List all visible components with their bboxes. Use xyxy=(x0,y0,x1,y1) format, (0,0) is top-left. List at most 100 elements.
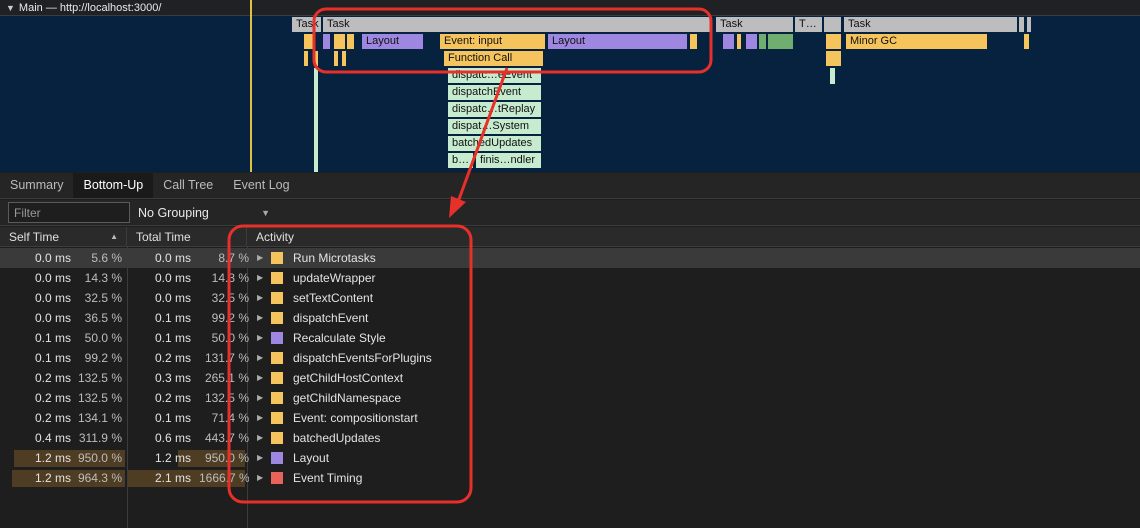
expand-arrow-icon[interactable]: ▶ xyxy=(257,368,271,388)
self-time-percent: 964.3 % xyxy=(77,471,122,485)
table-row[interactable]: 0.2 ms 132.5 % 0.3 ms 265.1 % ▶ getChild… xyxy=(0,368,1140,388)
script-block[interactable] xyxy=(304,34,314,49)
script-block[interactable] xyxy=(314,68,319,172)
total-time-ms: 0.1 ms xyxy=(154,331,191,345)
script-block[interactable] xyxy=(342,51,347,66)
table-row[interactable]: 1.2 ms 964.3 % 2.1 ms 1666.7 % ▶ Event T… xyxy=(0,468,1140,488)
self-time-percent: 132.5 % xyxy=(77,371,122,385)
column-label: Self Time xyxy=(9,230,60,244)
stack-frame[interactable]: dispatc…eEvent xyxy=(448,68,542,83)
task-block[interactable]: T… xyxy=(795,17,823,32)
total-time-percent: 265.1 % xyxy=(204,371,249,385)
category-swatch xyxy=(271,412,283,424)
expand-arrow-icon[interactable]: ▶ xyxy=(257,468,271,488)
activity-name: Run Microtasks xyxy=(293,251,376,265)
stack-frame[interactable]: batchedUpdates xyxy=(448,136,542,151)
task-block[interactable]: Task xyxy=(323,17,711,32)
expand-arrow-icon[interactable]: ▶ xyxy=(257,448,271,468)
script-block[interactable] xyxy=(690,34,698,49)
table-row[interactable]: 0.4 ms 311.9 % 0.6 ms 443.7 % ▶ batchedU… xyxy=(0,428,1140,448)
layout-block[interactable]: Layout xyxy=(548,34,688,49)
paint-block[interactable] xyxy=(759,34,767,49)
stack-frame[interactable]: dispat…System xyxy=(448,119,542,134)
track-header[interactable]: ▼ Main — http://localhost:3000/ xyxy=(0,0,1140,16)
table-row[interactable]: 0.2 ms 132.5 % 0.2 ms 132.5 % ▶ getChild… xyxy=(0,388,1140,408)
tab-event-log[interactable]: Event Log xyxy=(223,173,299,198)
table-row[interactable]: 0.1 ms 99.2 % 0.2 ms 131.7 % ▶ dispatchE… xyxy=(0,348,1140,368)
layout-block[interactable] xyxy=(323,34,331,49)
script-block[interactable] xyxy=(826,34,842,49)
task-block[interactable] xyxy=(1019,17,1025,32)
task-block[interactable] xyxy=(1027,17,1032,32)
grouping-select[interactable]: No Grouping ▼ xyxy=(138,202,270,223)
script-block[interactable] xyxy=(347,34,355,49)
stack-frame[interactable]: finis…ndler xyxy=(476,153,542,168)
script-block[interactable] xyxy=(314,51,319,66)
flame-chart[interactable]: ▼ Main — http://localhost:3000/ Task Tas… xyxy=(0,0,1140,172)
tab-summary[interactable]: Summary xyxy=(0,173,73,198)
expand-arrow-icon[interactable]: ▶ xyxy=(257,328,271,348)
script-block[interactable] xyxy=(826,51,842,66)
expand-arrow-icon[interactable]: ▶ xyxy=(257,288,271,308)
expand-arrow-icon[interactable]: ▶ xyxy=(257,408,271,428)
table-row[interactable]: 1.2 ms 950.0 % 1.2 ms 950.0 % ▶ Layout xyxy=(0,448,1140,468)
expand-arrow-icon[interactable]: ▶ xyxy=(257,248,271,268)
self-time-ms: 0.0 ms xyxy=(34,291,71,305)
expand-arrow-icon[interactable]: ▶ xyxy=(257,348,271,368)
table-row[interactable]: 0.0 ms 36.5 % 0.1 ms 99.2 % ▶ dispatchEv… xyxy=(0,308,1140,328)
activity-cell: ▶ dispatchEventsForPlugins xyxy=(247,348,1140,368)
script-block[interactable] xyxy=(304,51,309,66)
table-row[interactable]: 0.0 ms 32.5 % 0.0 ms 32.5 % ▶ setTextCon… xyxy=(0,288,1140,308)
task-block[interactable]: Task xyxy=(292,17,322,32)
column-header-activity[interactable]: Activity xyxy=(247,227,1140,247)
script-block[interactable] xyxy=(1024,34,1030,49)
filter-input[interactable] xyxy=(8,202,130,223)
tab-bottom-up[interactable]: Bottom-Up xyxy=(73,173,154,198)
minor-gc-block[interactable]: Minor GC xyxy=(846,34,988,49)
total-time-cell: 0.6 ms 443.7 % xyxy=(127,428,249,448)
category-swatch xyxy=(271,292,283,304)
total-time-percent: 443.7 % xyxy=(204,431,249,445)
function-call-block[interactable]: Function Call xyxy=(444,51,544,66)
self-time-percent: 50.0 % xyxy=(84,331,122,345)
activity-name: getChildNamespace xyxy=(293,391,402,405)
total-time-ms: 0.0 ms xyxy=(154,271,191,285)
category-swatch xyxy=(271,312,283,324)
expand-arrow-icon[interactable]: ▶ xyxy=(257,428,271,448)
activity-name: dispatchEvent xyxy=(293,311,369,325)
bottom-up-table: Self Time ▲ Total Time Activity 0.0 ms 5… xyxy=(0,227,1140,528)
expand-triangle-icon[interactable]: ▼ xyxy=(6,3,15,13)
task-block[interactable] xyxy=(824,17,842,32)
grouping-value: No Grouping xyxy=(138,205,209,220)
layout-block[interactable] xyxy=(723,34,735,49)
activity-name: Layout xyxy=(293,451,330,465)
category-swatch xyxy=(271,372,283,384)
layout-block[interactable] xyxy=(746,34,758,49)
table-row[interactable]: 0.1 ms 50.0 % 0.1 ms 50.0 % ▶ Recalculat… xyxy=(0,328,1140,348)
stack-frame[interactable]: b… xyxy=(448,153,474,168)
column-header-total-time[interactable]: Total Time xyxy=(127,227,247,247)
stack-frame[interactable]: dispatc…tReplay xyxy=(448,102,542,117)
expand-arrow-icon[interactable]: ▶ xyxy=(257,388,271,408)
task-block[interactable]: Task xyxy=(716,17,794,32)
table-row[interactable]: 0.2 ms 134.1 % 0.1 ms 71.4 % ▶ Event: co… xyxy=(0,408,1140,428)
self-time-percent: 5.6 % xyxy=(91,251,122,265)
task-block[interactable]: Task xyxy=(844,17,1018,32)
column-header-self-time[interactable]: Self Time ▲ xyxy=(0,227,127,247)
table-row[interactable]: 0.0 ms 5.6 % 0.0 ms 8.7 % ▶ Run Microtas… xyxy=(0,248,1140,268)
event-input-block[interactable]: Event: input xyxy=(440,34,546,49)
self-time-ms: 0.2 ms xyxy=(34,391,71,405)
total-time-percent: 132.5 % xyxy=(204,391,249,405)
script-block[interactable] xyxy=(334,51,339,66)
table-row[interactable]: 0.0 ms 14.3 % 0.0 ms 14.3 % ▶ updateWrap… xyxy=(0,268,1140,288)
total-time-ms: 2.1 ms xyxy=(154,471,191,485)
tab-call-tree[interactable]: Call Tree xyxy=(153,173,223,198)
script-block[interactable] xyxy=(334,34,346,49)
script-block[interactable] xyxy=(737,34,742,49)
expand-arrow-icon[interactable]: ▶ xyxy=(257,268,271,288)
script-block[interactable] xyxy=(830,68,836,84)
expand-arrow-icon[interactable]: ▶ xyxy=(257,308,271,328)
stack-frame[interactable]: dispatchEvent xyxy=(448,85,542,100)
paint-block[interactable] xyxy=(768,34,794,49)
layout-block[interactable]: Layout xyxy=(362,34,424,49)
